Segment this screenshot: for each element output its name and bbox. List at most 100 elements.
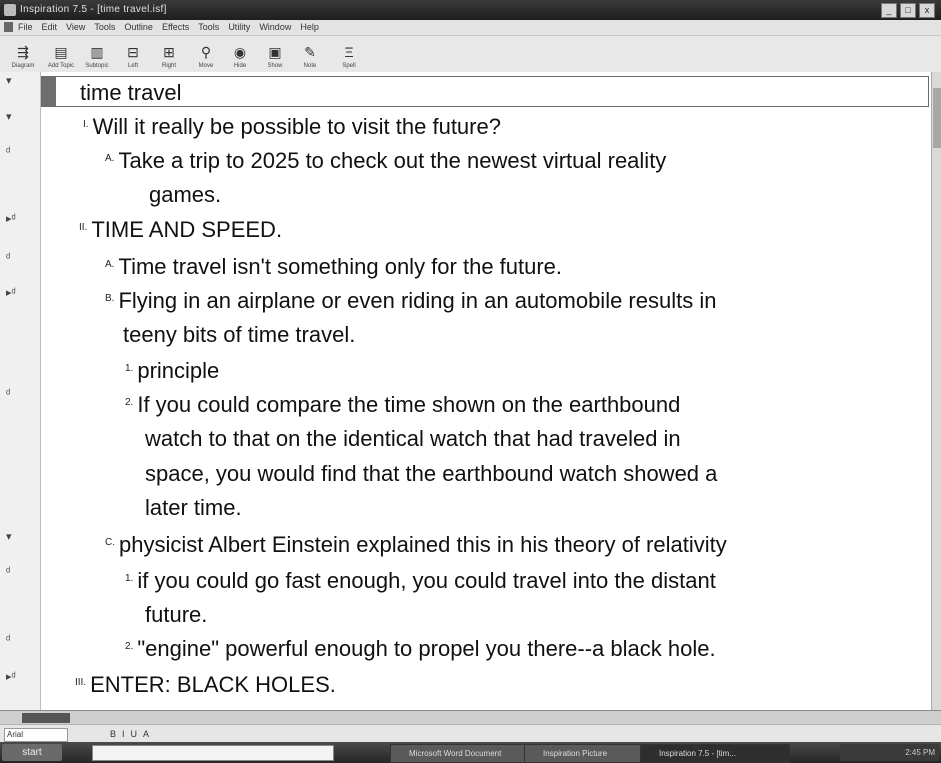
font-select[interactable]: Arial xyxy=(4,728,68,742)
close-button[interactable]: x xyxy=(919,3,935,18)
italic-button[interactable]: I xyxy=(122,725,125,743)
toolbar: ⇶ Diagram ▤ Add Topic ▥ Subtopic ⊟ Left ⊞ Rig… xyxy=(0,36,941,73)
item-prefix: A. xyxy=(105,259,115,270)
left-label: Left xyxy=(127,63,138,69)
window-controls: _ □ x xyxy=(881,3,935,18)
outline-item[interactable]: 2. If you could compare the time shown on… xyxy=(125,390,680,420)
item-text: TIME AND SPEED. xyxy=(91,217,283,242)
note-marker-icon[interactable]: ᵈ xyxy=(6,252,10,264)
right-icon[interactable]: ⊞ Right xyxy=(160,42,178,70)
gutter-marker[interactable]: ▾ xyxy=(6,74,12,87)
move-icon[interactable]: ⚲ Move xyxy=(197,42,215,70)
item-continuation: games. xyxy=(149,182,222,207)
menu-utility[interactable]: Utility xyxy=(228,20,250,35)
note-icon[interactable]: ✎ Note xyxy=(301,42,319,70)
hide-label: Hide xyxy=(233,63,247,69)
item-prefix: B. xyxy=(105,293,115,304)
show-icon[interactable]: ▣ Show xyxy=(266,42,284,70)
outline-item[interactable]: 2. "engine" powerful enough to propel you… xyxy=(125,634,716,664)
outline-view: time travel I. Will it really be possible… xyxy=(41,72,931,710)
taskbar-task[interactable]: Inspiration Picture xyxy=(524,744,656,763)
item-continuation: watch to that on the identical watch tha… xyxy=(145,426,681,451)
menu-tools-2[interactable]: Tools xyxy=(198,20,219,35)
item-text: ENTER: BLACK HOLES. xyxy=(90,672,336,697)
outline-gutter: ▾ ▾ ᵈ ▸ᵈ ᵈ ▸ᵈ ᵈ ▾ ᵈ ᵈ ▸ᵈ xyxy=(0,72,41,710)
menu-help[interactable]: Help xyxy=(300,20,319,35)
menu-outline[interactable]: Outline xyxy=(124,20,153,35)
font-color-button[interactable]: A xyxy=(143,725,149,743)
outline-item[interactable]: III. ENTER: BLACK HOLES. xyxy=(75,670,336,700)
outline-item[interactable]: 1. if you could go fast enough, you could… xyxy=(125,566,716,596)
gutter-marker[interactable]: ▸ᵈ xyxy=(6,212,16,225)
item-text: Will it really be possible to visit the … xyxy=(92,114,501,139)
menu-window[interactable]: Window xyxy=(259,20,291,35)
subtopic-icon[interactable]: ▥ Subtopic xyxy=(85,42,108,70)
maximize-button[interactable]: □ xyxy=(900,3,916,18)
main-topic[interactable]: time travel xyxy=(80,80,181,106)
taskbar-task-active[interactable]: Inspiration 7.5 - [tim... xyxy=(640,744,790,763)
gutter-marker[interactable]: ▸ᵈ xyxy=(6,670,16,683)
outline-item[interactable]: C. physicist Albert Einstein explained th… xyxy=(105,530,727,560)
taskbar: start Microsoft Word Document Inspiratio… xyxy=(0,742,941,763)
spell-icon[interactable]: Ξ Spell xyxy=(340,42,358,69)
app-icon[interactable] xyxy=(4,4,16,16)
outline-item[interactable]: II. TIME AND SPEED. xyxy=(79,215,282,245)
outline-item[interactable]: A. Time travel isn't something only for t… xyxy=(105,252,562,282)
diagram-label: Diagram xyxy=(11,63,35,69)
app-window: Inspiration 7.5 - [time travel.isf] _ □ … xyxy=(0,0,941,763)
item-text: principle xyxy=(137,358,220,383)
spell-label: Spell xyxy=(342,63,356,69)
document-icon[interactable] xyxy=(4,22,13,32)
horizontal-scroll-thumb[interactable] xyxy=(22,713,70,723)
taskbar-address-field[interactable] xyxy=(92,745,334,761)
gutter-marker[interactable]: ▾ xyxy=(6,110,12,123)
menu-bar: File Edit View Tools Outline Effects Too… xyxy=(0,20,941,36)
gutter-marker[interactable]: ▾ xyxy=(6,530,12,543)
formatting-toolbar: Arial B I U A xyxy=(0,724,941,743)
item-text: if you could go fast enough, you could t… xyxy=(137,568,716,593)
diagram-icon[interactable]: ⇶ Diagram xyxy=(12,42,35,70)
bold-button[interactable]: B xyxy=(110,725,116,743)
main-topic-row[interactable]: time travel xyxy=(41,76,929,107)
add-topic-label: Add Topic xyxy=(47,63,75,69)
item-prefix: C. xyxy=(105,537,115,548)
taskbar-task[interactable]: Microsoft Word Document xyxy=(390,744,540,763)
start-button[interactable]: start xyxy=(2,744,62,761)
vertical-scrollbar[interactable] xyxy=(931,72,941,710)
gutter-marker[interactable]: ▸ᵈ xyxy=(6,286,16,299)
item-prefix: 2. xyxy=(125,641,134,652)
item-prefix: 1. xyxy=(125,363,134,374)
title-bar: Inspiration 7.5 - [time travel.isf] _ □ … xyxy=(0,0,941,20)
note-marker-icon[interactable]: ᵈ xyxy=(6,388,10,400)
item-prefix: A. xyxy=(105,153,115,164)
left-icon[interactable]: ⊟ Left xyxy=(124,42,142,70)
move-label: Move xyxy=(198,63,214,69)
underline-button[interactable]: U xyxy=(131,725,138,743)
menu-tools[interactable]: Tools xyxy=(94,20,115,35)
item-text: "engine" powerful enough to propel you t… xyxy=(137,636,716,661)
note-marker-icon[interactable]: ᵈ xyxy=(6,634,10,646)
item-text: If you could compare the time shown on t… xyxy=(137,392,681,417)
scrollbar-thumb[interactable] xyxy=(933,88,941,148)
right-label: Right xyxy=(161,63,176,69)
outline-item[interactable]: 1. principle xyxy=(125,356,219,386)
item-continuation: future. xyxy=(145,602,208,627)
note-marker-icon[interactable]: ᵈ xyxy=(6,146,10,158)
note-label: Note xyxy=(303,63,317,69)
outline-item[interactable]: A. Take a trip to 2025 to check out the n… xyxy=(105,146,666,176)
show-label: Show xyxy=(267,63,283,69)
horizontal-scrollbar[interactable] xyxy=(0,710,941,725)
menu-file[interactable]: File xyxy=(18,20,33,35)
add-topic-icon[interactable]: ▤ Add Topic xyxy=(48,42,74,70)
menu-effects[interactable]: Effects xyxy=(162,20,189,35)
outline-item[interactable]: B. Flying in an airplane or even riding i… xyxy=(105,286,716,316)
item-text: physicist Albert Einstein explained this… xyxy=(119,532,727,557)
menu-edit[interactable]: Edit xyxy=(42,20,58,35)
hide-icon[interactable]: ◉ Hide xyxy=(231,42,249,70)
item-prefix: 2. xyxy=(125,397,134,408)
outline-item[interactable]: I. Will it really be possible to visit th… xyxy=(83,112,501,142)
minimize-button[interactable]: _ xyxy=(881,3,897,18)
note-marker-icon[interactable]: ᵈ xyxy=(6,566,10,578)
item-prefix: I. xyxy=(83,119,89,130)
menu-view[interactable]: View xyxy=(66,20,85,35)
